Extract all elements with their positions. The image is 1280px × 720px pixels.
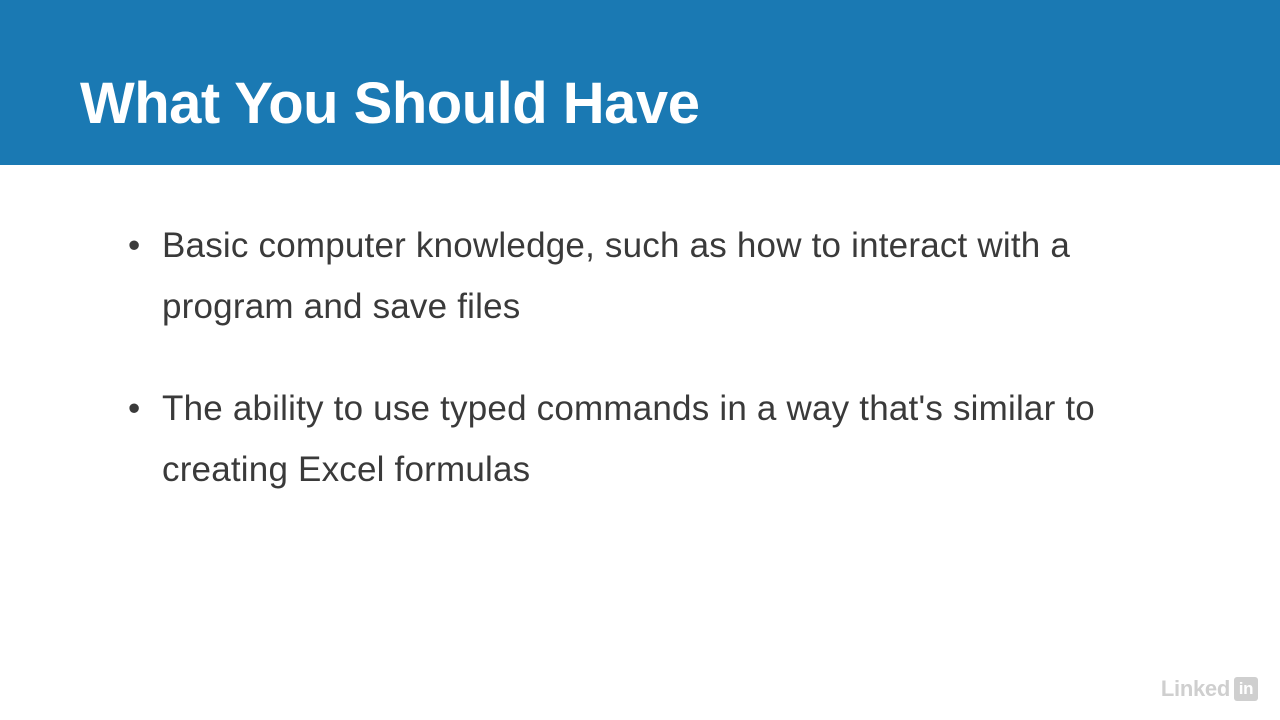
slide-title: What You Should Have — [80, 70, 1200, 137]
watermark-text-linked: Linked — [1161, 676, 1230, 702]
watermark-in-box: in — [1234, 677, 1258, 701]
bullet-item: The ability to use typed commands in a w… — [128, 378, 1152, 501]
bullet-list: Basic computer knowledge, such as how to… — [128, 215, 1152, 500]
bullet-item: Basic computer knowledge, such as how to… — [128, 215, 1152, 338]
slide-content: Basic computer knowledge, such as how to… — [0, 165, 1280, 500]
slide-header: What You Should Have — [0, 0, 1280, 165]
linkedin-watermark: Linked in — [1161, 676, 1258, 702]
